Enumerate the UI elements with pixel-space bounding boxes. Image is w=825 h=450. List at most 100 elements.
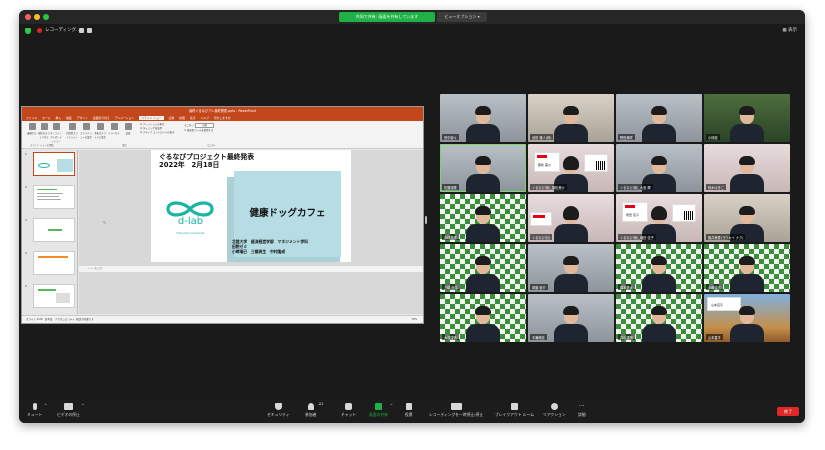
participant-tile[interactable]: 井山雄翔: [616, 294, 702, 342]
end-meeting-button[interactable]: 終了: [777, 407, 799, 416]
stop-recording-icon[interactable]: [87, 28, 92, 33]
slide-thumbnail-1[interactable]: [33, 152, 75, 176]
more-button[interactable]: ··· 詳細: [578, 403, 586, 418]
ribbon-button-icon: [28, 123, 36, 130]
participant-tile[interactable]: 小林健: [704, 94, 790, 142]
ppt-tab[interactable]: 挿入: [56, 116, 62, 120]
ppt-tab[interactable]: ホーム: [42, 116, 50, 120]
view-options-button[interactable]: ビューオプション ▾: [437, 12, 487, 22]
qr-code-icon: [684, 211, 693, 220]
split-handle[interactable]: [425, 216, 427, 224]
participant-tile[interactable]: 田中健斗: [440, 94, 526, 142]
participant-tile[interactable]: 斉藤 健介: [528, 244, 614, 292]
zoom-level[interactable]: 79%: [411, 316, 417, 324]
ribbon-button[interactable]: スライドショーの設定: [80, 123, 92, 139]
microphone-icon: [32, 403, 37, 410]
ppt-tab[interactable]: デザイン: [77, 116, 88, 120]
name-card: [530, 212, 552, 226]
participant-tile[interactable]: 小﨑瑞己: [704, 244, 790, 292]
participant-name: 井山雄翔: [618, 334, 635, 340]
close-window-button[interactable]: [25, 14, 31, 20]
shield-icon[interactable]: [25, 28, 31, 34]
ribbon-button[interactable]: リハーサル: [108, 123, 120, 139]
qr-code-icon: [596, 161, 605, 170]
slide-thumbnail-5[interactable]: [33, 284, 75, 308]
participant-tile[interactable]: ぐるなび(株)_大宮 輝: [616, 144, 702, 192]
participant-tile[interactable]: 橋本勇太: [616, 244, 702, 292]
hair: [475, 256, 491, 265]
participants-button[interactable]: 参加者 22 ^: [305, 402, 323, 418]
slide-canvas[interactable]: ぐるなびプロジェクト最終発表 2022年 2月18日 d-lab Hokudai…: [79, 150, 423, 314]
ribbon-button[interactable]: 記録: [122, 123, 134, 139]
chat-button[interactable]: チャット: [341, 403, 356, 418]
ppt-tab[interactable]: 記録: [169, 116, 175, 120]
participant-tile[interactable]: 中村隆成: [440, 194, 526, 242]
stop-video-button[interactable]: ビデオの停止 ^: [57, 403, 85, 418]
ppt-ribbon: ☑ ナレーションの再生 ☑ タイミングを使用 ☑ メディア コントロールの表示 …: [22, 121, 423, 149]
maximize-window-button[interactable]: [43, 14, 49, 20]
chevron-up-icon[interactable]: ^: [390, 403, 393, 408]
slide-footer: 北陸大学 経済経営学部 マネジメント学科 田院ゼミ 小﨑瑞己 三橋尚生 中村隆成: [232, 239, 308, 255]
chevron-up-icon[interactable]: ^: [318, 403, 321, 408]
participant-name: ぐるなび(社): [530, 234, 553, 240]
participant-tile[interactable]: 武田 雅人(株): [528, 94, 614, 142]
record-button[interactable]: レコーディングを一時停止/停止: [429, 403, 483, 418]
participant-name: ぐるなび(株)_増田 佳子: [618, 234, 656, 240]
participant-tile[interactable]: 大沼康佑: [440, 294, 526, 342]
participant-video: [642, 304, 676, 342]
ppt-tab[interactable]: 描画: [66, 116, 72, 120]
share-screen-button[interactable]: 画面の共有 ^: [369, 403, 393, 418]
ppt-tab[interactable]: ヘルプ: [201, 116, 209, 120]
ribbon-button[interactable]: オンラインプレゼンテーション: [50, 123, 62, 143]
ribbon-group-monitor: モニター: [207, 144, 217, 147]
participant-tile[interactable]: 藤松 美沙 ぐるなび(株)_藤松美沙: [528, 144, 614, 192]
powerpoint-window: 最終ぐるなびプレ最終発表.pptx - PowerPoint ファイル ホーム 挿入…: [21, 106, 424, 324]
chevron-up-icon[interactable]: ^: [44, 403, 47, 408]
monitor-group[interactable]: モニター: 自動 ☐ 発表者ツールを使用する: [184, 123, 214, 133]
participant-tile[interactable]: 三橋 尚生: [440, 244, 526, 292]
breakout-rooms-button[interactable]: ブレイクアウト ルーム: [495, 403, 534, 418]
slide-thumbnail-2[interactable]: [33, 185, 75, 209]
pause-recording-icon[interactable]: [79, 28, 84, 33]
participant-tile[interactable]: 中瀬萌花: [528, 294, 614, 342]
torso: [466, 324, 500, 342]
security-button[interactable]: セキュリティ: [267, 403, 290, 418]
chevron-up-icon[interactable]: ^: [81, 403, 84, 408]
torso: [466, 274, 500, 292]
ppt-tab[interactable]: 何をしますか: [214, 116, 231, 120]
participant-name: 藤井美香(ヨウキイ ナク): [706, 234, 746, 240]
ppt-tab[interactable]: スライド ショー: [139, 116, 164, 120]
ppt-tab[interactable]: ファイル: [26, 116, 37, 120]
ppt-tab[interactable]: アニメーション: [115, 116, 134, 120]
participant-name: 田中健斗: [442, 134, 459, 140]
current-slide[interactable]: ぐるなびプロジェクト最終発表 2022年 2月18日 d-lab Hokudai…: [151, 150, 351, 262]
ribbon-checkboxes[interactable]: ☑ ナレーションの再生 ☑ タイミングを使用 ☑ メディア コントロールの表示: [140, 123, 175, 135]
participant-video: [730, 104, 764, 142]
participant-tile[interactable]: 藤井美香(ヨウキイ ナク): [704, 194, 790, 242]
participant-tile[interactable]: ぐるなび(社): [528, 194, 614, 242]
polls-button[interactable]: 投票: [405, 403, 413, 418]
sharing-banner[interactable]: 共同で共有: 画面を共有しています: [339, 12, 435, 22]
reactions-button[interactable]: リアクション: [543, 403, 566, 418]
slide-thumbnail-3[interactable]: [33, 218, 75, 242]
participant-tile[interactable]: 増田 佳子 ぐるなび(株)_増田 佳子: [616, 194, 702, 242]
minimize-window-button[interactable]: [34, 14, 40, 20]
participant-tile[interactable]: 山本直平 山本直平: [704, 294, 790, 342]
ribbon-button[interactable]: 目的別スライドショー: [66, 123, 78, 139]
slide-thumbnail-4[interactable]: [33, 251, 75, 275]
ppt-tab[interactable]: 校閲: [179, 116, 185, 120]
view-button[interactable]: ▦ 表示: [782, 27, 797, 33]
participant-tile[interactable]: 鈴木ゆきこ: [704, 144, 790, 192]
torso: [642, 324, 676, 342]
ppt-tab[interactable]: 画面切り替え: [93, 116, 110, 120]
ppt-tab[interactable]: 表示: [190, 116, 196, 120]
thumb-number: 2: [25, 185, 27, 189]
ribbon-button[interactable]: 現在のスライドから: [38, 123, 50, 139]
ribbon-button-label: オンラインプレゼンテーション: [50, 132, 62, 143]
mute-button[interactable]: ミュート ^: [27, 403, 47, 418]
participant-tile[interactable]: 野田美咲: [616, 94, 702, 142]
ribbon-button[interactable]: 最初から: [26, 123, 38, 139]
ribbon-button[interactable]: 非表示スライドに設定: [94, 123, 106, 139]
participant-tile[interactable]: 佐藤康雄: [440, 144, 526, 192]
notes-pane[interactable]: ノートを入力: [79, 266, 423, 272]
